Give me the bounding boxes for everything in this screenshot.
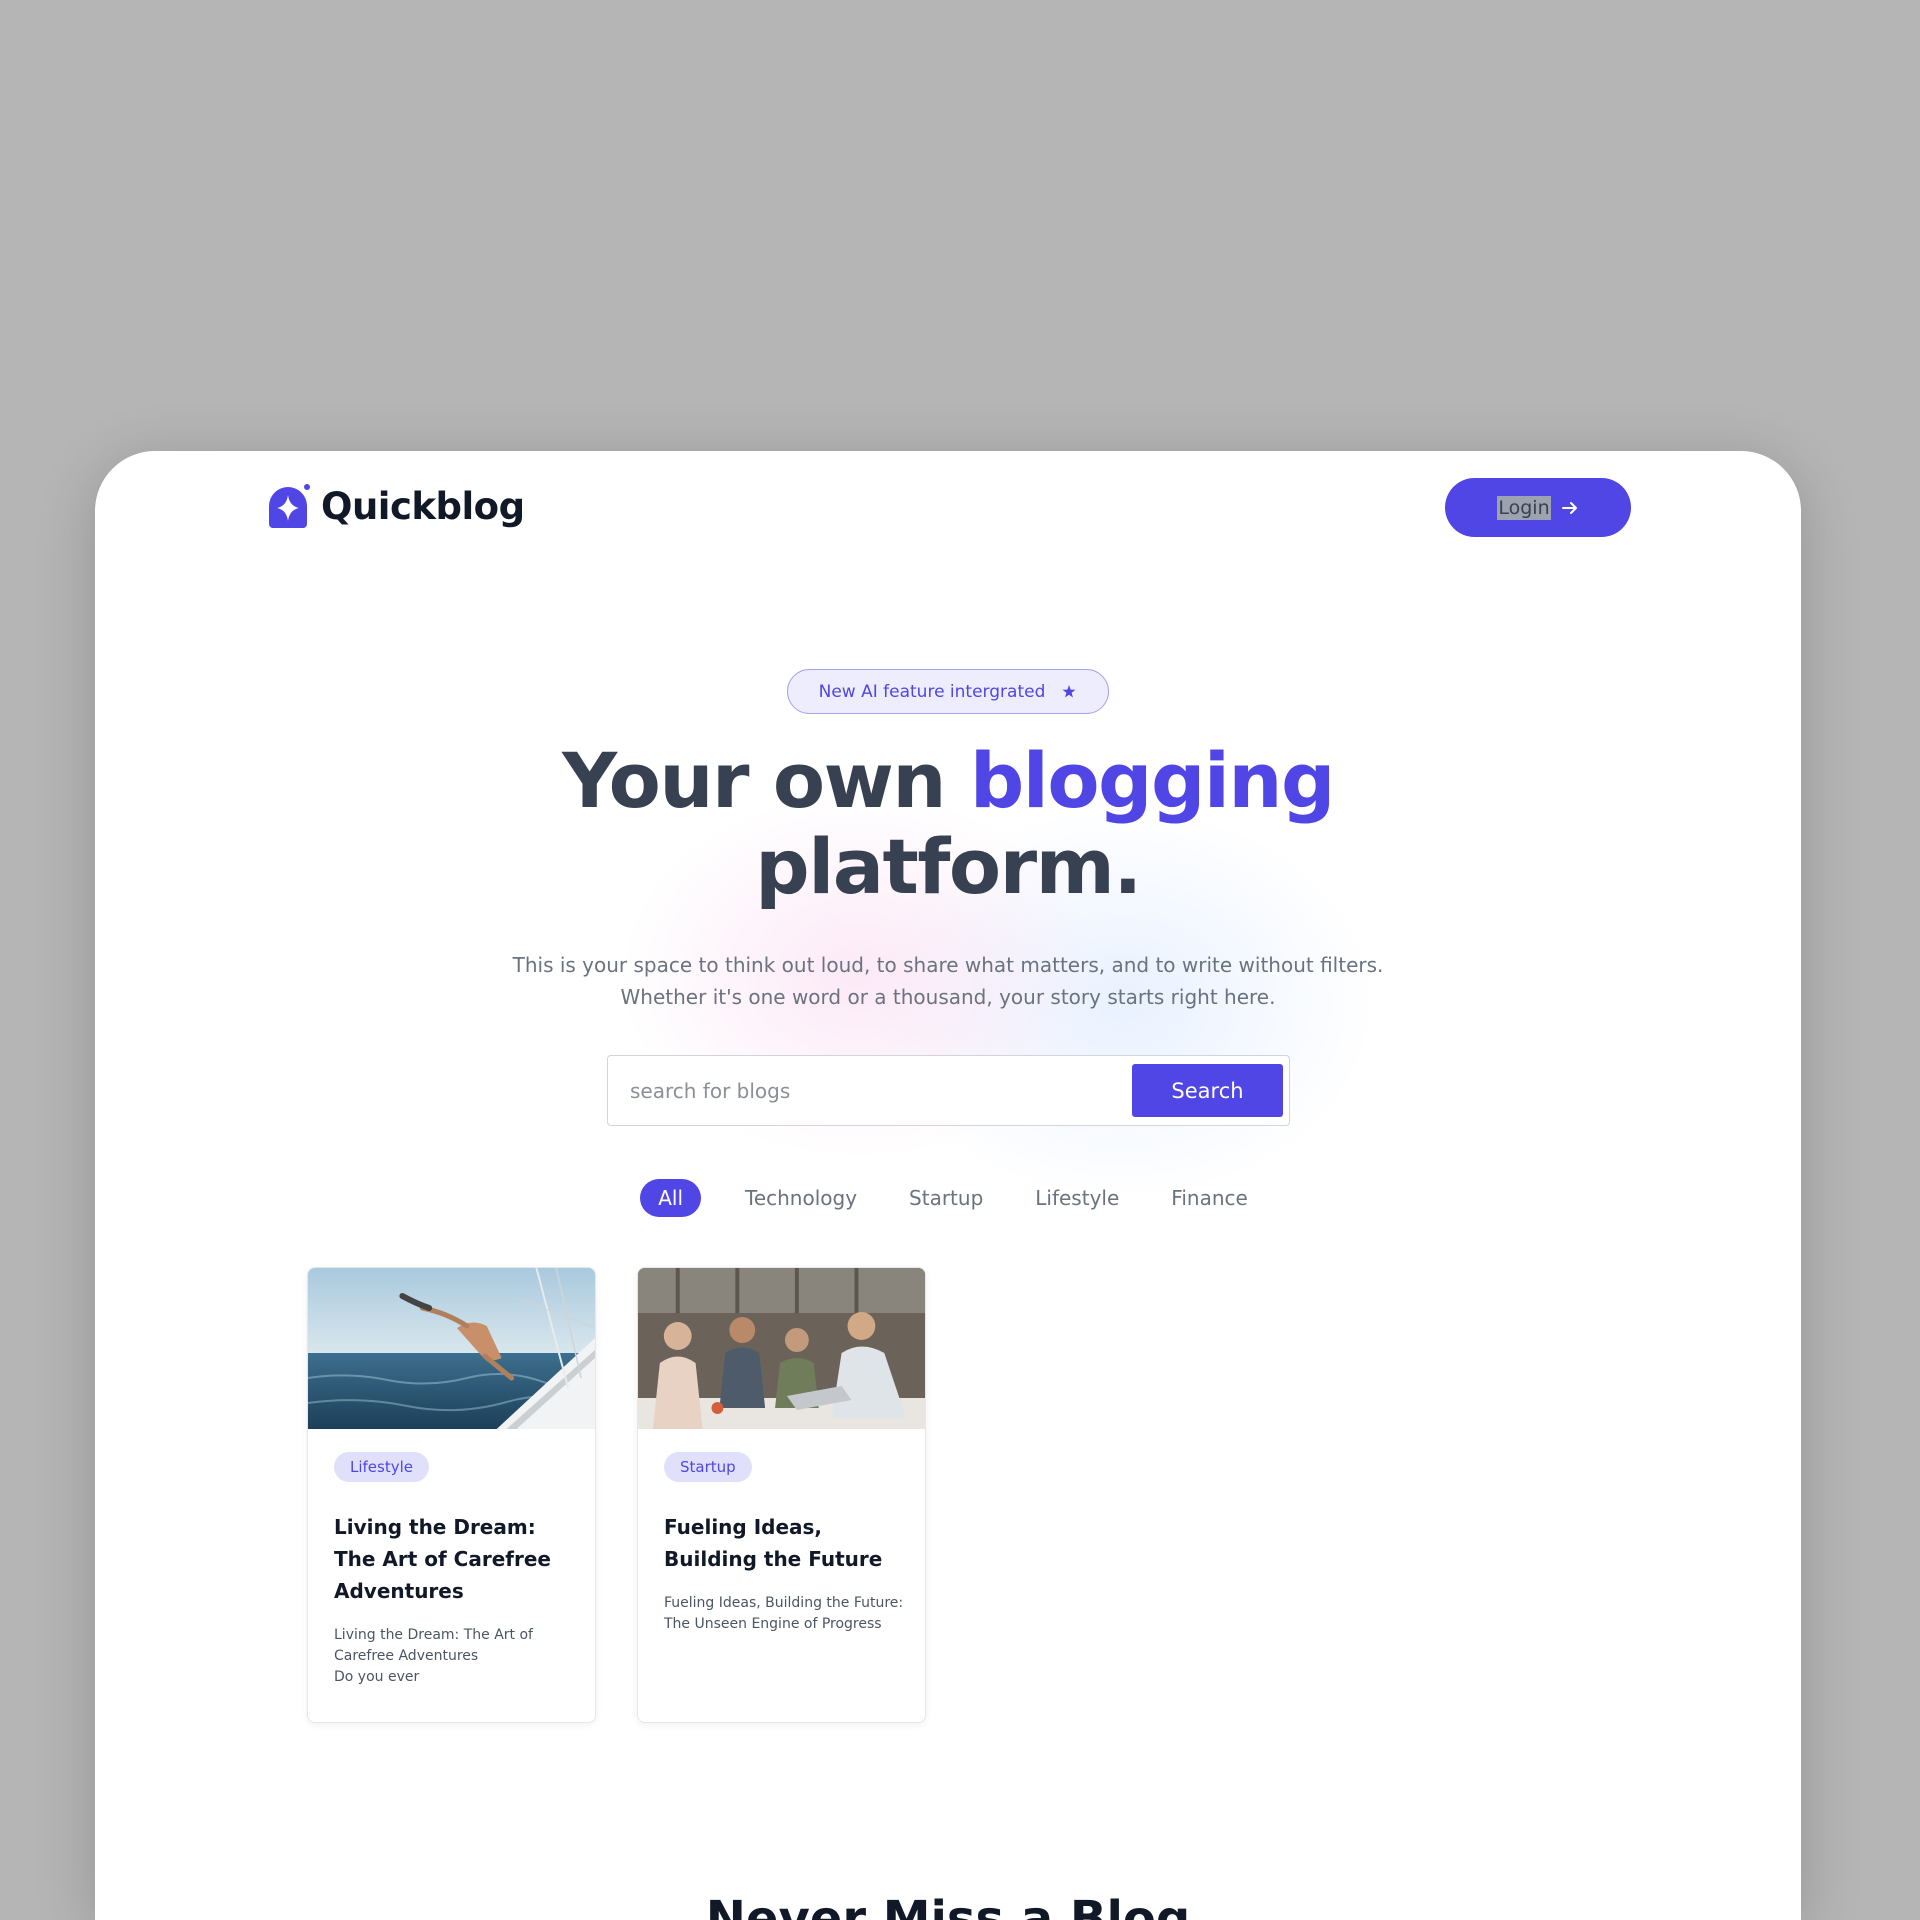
filter-lifestyle[interactable]: Lifestyle — [1027, 1180, 1127, 1216]
star-icon — [1062, 684, 1076, 697]
hero-title: Your own blogging platform. — [95, 738, 1801, 910]
card-title[interactable]: Living the Dream: The Art of Carefree Ad… — [334, 1511, 579, 1607]
search-form: Search — [607, 1055, 1290, 1126]
hero-subtitle: This is your space to think out loud, to… — [512, 953, 1384, 1009]
team-meeting-photo — [638, 1268, 925, 1429]
card-description: Living the Dream: The Art of Carefree Ad… — [334, 1627, 533, 1685]
card-tag[interactable]: Startup — [664, 1452, 752, 1482]
ai-feature-badge: New AI feature intergrated — [787, 669, 1109, 714]
blog-card[interactable]: Startup Fueling Ideas, Building the Futu… — [637, 1267, 926, 1723]
category-filters: All Technology Startup Lifestyle Finance — [95, 1179, 1801, 1217]
hero-title-part1: Your own — [562, 736, 970, 825]
login-label: Login — [1497, 495, 1551, 520]
sailing-photo — [308, 1268, 595, 1429]
arrow-right-icon — [1561, 501, 1577, 514]
newsletter-title: Never Miss a Blog — [705, 1891, 1191, 1920]
card-description: Fueling Ideas, Building the Future: The … — [664, 1595, 904, 1632]
card-tag[interactable]: Lifestyle — [334, 1452, 430, 1482]
logo-sparkle-icon — [269, 484, 310, 528]
hero-title-accent: blogging — [969, 736, 1336, 825]
hero-title-part2: platform. — [755, 822, 1142, 911]
badge-text: New AI feature intergrated — [818, 681, 1046, 702]
blog-card[interactable]: Lifestyle Living the Dream: The Art of C… — [307, 1267, 596, 1723]
login-button[interactable]: Login — [1445, 478, 1631, 537]
card-title[interactable]: Fueling Ideas, Building the Future — [664, 1511, 909, 1575]
search-input[interactable] — [614, 1062, 1132, 1119]
filter-startup[interactable]: Startup — [901, 1180, 991, 1216]
browser-window: Quickblog Login New AI feature intergrat… — [95, 451, 1801, 1920]
logo-text: Quickblog — [321, 484, 525, 528]
filter-finance[interactable]: Finance — [1163, 1180, 1256, 1216]
filter-all[interactable]: All — [640, 1179, 701, 1217]
filter-technology[interactable]: Technology — [737, 1180, 865, 1216]
search-button[interactable]: Search — [1132, 1064, 1283, 1117]
logo[interactable]: Quickblog — [265, 481, 525, 531]
